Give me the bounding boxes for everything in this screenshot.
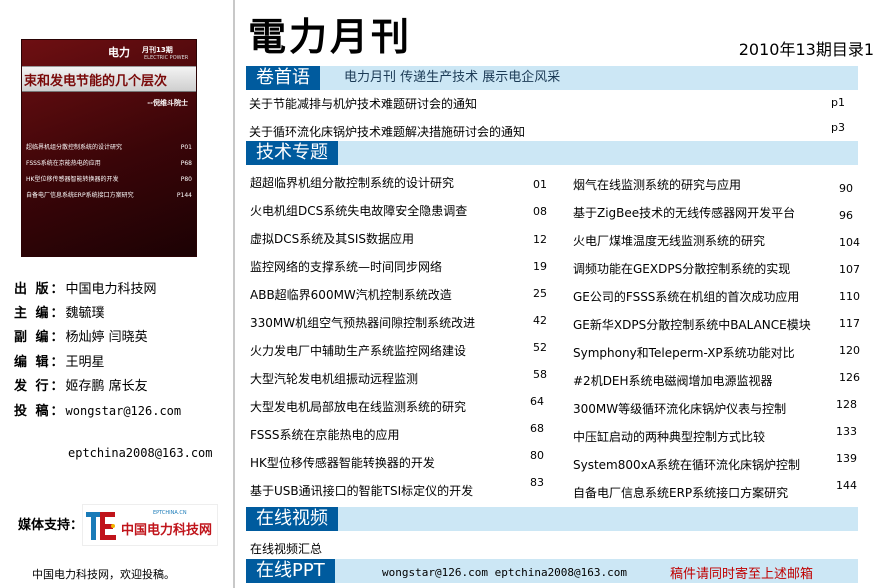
- submission-email-link-2[interactable]: eptchina2008@163.com: [68, 446, 213, 460]
- cover-brand: 电力: [108, 46, 130, 59]
- tech-item-page: 120: [839, 344, 860, 357]
- info-distribution: 发 行：姬存鹏 席长友: [14, 378, 148, 394]
- info-submission: 投 稿：wongstar@126.com: [14, 403, 182, 419]
- tech-item-page: 64: [530, 395, 544, 408]
- tech-item-link[interactable]: 基于ZigBee技术的无线传感器网开发平台: [573, 204, 795, 221]
- tech-item-page: 133: [836, 425, 857, 438]
- sponsor-logo-domain: EPTCHINA.CN: [153, 510, 187, 516]
- issue-title: 2010年13期目录1: [738, 40, 874, 59]
- tech-item-page: 126: [839, 371, 860, 384]
- magazine-cover[interactable]: 电力 月刊13期 ELECTRIC POWER 束和发电节能的几个层次 --倪维…: [22, 40, 196, 256]
- tech-item-page: 68: [530, 422, 544, 435]
- tech-item-page: 107: [839, 263, 860, 276]
- tech-item-page: 128: [836, 398, 857, 411]
- tech-item-page: 52: [533, 341, 547, 354]
- tech-item-link[interactable]: #2机DEH系统电磁阀增加电源监视器: [573, 372, 773, 389]
- tech-item-page: 58: [533, 368, 547, 381]
- tech-item-page: 117: [839, 317, 860, 330]
- tech-item-page: 25: [533, 287, 547, 300]
- tech-item-link[interactable]: ABB超临界600MW汽机控制系统改造: [250, 286, 452, 303]
- lead-item-link[interactable]: 关于循环流化床锅炉技术难题解决措施研讨会的通知: [249, 123, 525, 140]
- cover-toc-row: 超临界机组分散控制系统的设计研究 P01: [26, 144, 192, 151]
- left-panel: 电力 月刊13期 ELECTRIC POWER 束和发电节能的几个层次 --倪维…: [0, 0, 232, 588]
- tech-item-page: 96: [839, 209, 853, 222]
- tech-item-link[interactable]: 中压缸启动的两种典型控制方式比较: [573, 428, 765, 445]
- lead-item-page: p3: [831, 121, 845, 134]
- eptchina-logo-icon: [86, 512, 116, 540]
- tech-item-page: 139: [836, 452, 857, 465]
- cover-author: --倪维斗院士: [147, 99, 188, 107]
- section-slogan: 电力月刊 传递生产技术 展示电企风采: [344, 70, 561, 85]
- tech-item-link[interactable]: 大型发电机局部放电在线监测系统的研究: [250, 398, 466, 415]
- video-summary-link[interactable]: 在线视频汇总: [250, 540, 322, 557]
- cover-english-title: ELECTRIC POWER: [144, 55, 189, 61]
- footer-note: 中国电力科技网，欢迎投稿。: [32, 568, 175, 581]
- lead-item-page: p1: [831, 96, 845, 109]
- tech-item-link[interactable]: 火力发电厂中辅助生产系统监控网络建设: [250, 342, 466, 359]
- cover-issue: 月刊13期: [142, 46, 173, 54]
- sponsor-logo-text: 中国电力科技网: [121, 523, 213, 538]
- section-video: 在线视频: [246, 507, 858, 531]
- tech-item-link[interactable]: 火电机组DCS系统失电故障安全隐患调查: [250, 202, 467, 219]
- tech-item-page: 83: [530, 476, 544, 489]
- tech-item-link[interactable]: 330MW机组空气预热器间隙控制系统改进: [250, 314, 475, 331]
- ppt-submission-emails[interactable]: wongstar@126.com eptchina2008@163.com: [382, 566, 627, 579]
- cover-toc-row: 自备电厂信息系统ERP系统接口方案研究 P144: [26, 192, 192, 199]
- tech-item-link[interactable]: FSSS系统在京能热电的应用: [250, 426, 400, 443]
- tech-item-page: 144: [836, 479, 857, 492]
- tech-item-page: 19: [533, 260, 547, 273]
- sponsor-label: 媒体支持：: [18, 518, 84, 533]
- section-tech-tab[interactable]: 技术专题: [246, 141, 338, 165]
- section-lead: 卷首语 电力月刊 传递生产技术 展示电企风采: [246, 66, 858, 90]
- tech-item-link[interactable]: System800xA系统在循环流化床锅炉控制: [573, 456, 800, 473]
- lead-item-link[interactable]: 关于节能减排与机炉技术难题研讨会的通知: [249, 95, 477, 112]
- sponsor-logo[interactable]: EPTCHINA.CN 中国电力科技网: [82, 504, 218, 546]
- info-chief-editor: 主 编：魏毓璞: [14, 306, 105, 322]
- tech-item-link[interactable]: 虚拟DCS系统及其SIS数据应用: [250, 230, 414, 247]
- info-deputy-editor: 副 编：杨灿婷 闫晓英: [14, 330, 148, 346]
- cover-toc-row: FSSS系统在京能热电的应用 P68: [26, 160, 192, 167]
- tech-item-link[interactable]: HK型位移传感器智能转换器的开发: [250, 454, 435, 471]
- tech-item-link[interactable]: GE公司的FSSS系统在机组的首次成功应用: [573, 288, 799, 305]
- info-publisher: 出 版：中国电力科技网: [14, 282, 157, 297]
- masthead-info: 出 版：中国电力科技网 主 编：魏毓璞 副 编：杨灿婷 闫晓英 编 辑：王明星 …: [14, 278, 181, 423]
- tech-item-link[interactable]: GE新华XDPS分散控制系统中BALANCE模块: [573, 316, 811, 333]
- tech-item-page: 90: [839, 182, 853, 195]
- column-divider: [233, 0, 235, 588]
- cover-toc: 超临界机组分散控制系统的设计研究 P01 FSSS系统在京能热电的应用 P68 HK…: [26, 140, 192, 204]
- tech-item-link[interactable]: 调频功能在GEXDPS分散控制系统的实现: [573, 260, 790, 277]
- section-tech: 技术专题: [246, 141, 858, 165]
- cover-headline: 束和发电节能的几个层次: [24, 74, 168, 89]
- tech-item-page: 80: [530, 449, 544, 462]
- tech-item-page: 01: [533, 178, 547, 191]
- tech-item-link[interactable]: 自备电厂信息系统ERP系统接口方案研究: [573, 484, 788, 501]
- tech-item-link[interactable]: 烟气在线监测系统的研究与应用: [573, 176, 741, 193]
- masthead-title: 電力月刊: [248, 14, 413, 59]
- section-lead-tab[interactable]: 卷首语: [246, 66, 320, 90]
- section-video-tab[interactable]: 在线视频: [246, 507, 338, 531]
- cover-toc-row: HK型位移传感器智能转换器的开发 P80: [26, 176, 192, 183]
- tech-item-link[interactable]: 火电厂煤堆温度无线监测系统的研究: [573, 232, 765, 249]
- tech-item-link[interactable]: 监控网络的支撑系统—时间同步网络: [250, 258, 442, 275]
- ppt-submission-note: 稿件请同时寄至上述邮箱: [670, 567, 814, 582]
- tech-item-link[interactable]: 300MW等级循环流化床锅炉仪表与控制: [573, 400, 786, 417]
- tech-item-link[interactable]: 大型汽轮发电机组振动远程监测: [250, 370, 418, 387]
- info-editor: 编 辑：王明星: [14, 354, 105, 370]
- tech-item-page: 08: [533, 205, 547, 218]
- section-ppt-tab[interactable]: 在线PPT: [246, 559, 335, 583]
- tech-item-page: 104: [839, 236, 860, 249]
- tech-item-link[interactable]: 基于USB通讯接口的智能TSI标定仪的开发: [250, 482, 473, 499]
- tech-item-page: 42: [533, 314, 547, 327]
- tech-item-page: 12: [533, 233, 547, 246]
- submission-email-link[interactable]: wongstar@126.com: [66, 404, 182, 418]
- tech-item-link[interactable]: Symphony和Teleperm-XP系统功能对比: [573, 344, 795, 361]
- tech-item-page: 110: [839, 290, 860, 303]
- tech-item-link[interactable]: 超超临界机组分散控制系统的设计研究: [250, 174, 454, 191]
